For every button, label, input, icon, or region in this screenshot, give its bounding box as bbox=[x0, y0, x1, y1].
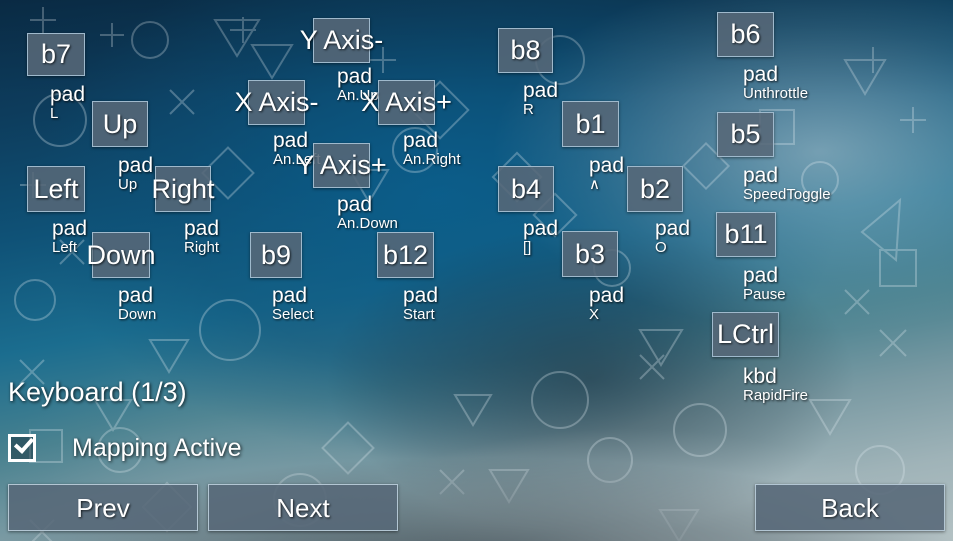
map-button-b11[interactable]: b11 bbox=[716, 212, 776, 257]
map-button-y-axis-[interactable]: Y Axis+ bbox=[296, 143, 387, 188]
map-button-b7[interactable]: b7 bbox=[27, 33, 85, 76]
map-button-label: Left bbox=[33, 173, 79, 204]
map-button-label: b9 bbox=[260, 239, 292, 270]
map-button-label: Down bbox=[86, 239, 156, 270]
map-button-lctrl[interactable]: LCtrl bbox=[712, 312, 779, 357]
map-button-up[interactable]: Up bbox=[92, 101, 148, 147]
back-button[interactable]: Back bbox=[755, 484, 945, 531]
map-button-label: b5 bbox=[730, 119, 761, 149]
map-button-b12[interactable]: b12 bbox=[377, 232, 434, 278]
map-button-b1[interactable]: b1 bbox=[562, 101, 619, 147]
mapping-active-checkbox[interactable] bbox=[8, 433, 36, 462]
map-button-b3[interactable]: b3 bbox=[562, 231, 618, 277]
map-button-label: X Axis+ bbox=[361, 87, 452, 117]
page-title: Keyboard (1/3) bbox=[8, 377, 187, 407]
map-button-left[interactable]: Left bbox=[27, 166, 85, 212]
map-button-label: Y Axis+ bbox=[296, 150, 387, 180]
map-button-label: b6 bbox=[730, 19, 761, 49]
mapping-screen: pad Lpad Up pad Left pad Right pad Down pad An.Up p… bbox=[0, 0, 953, 541]
map-button-b4[interactable]: b4 bbox=[498, 166, 554, 212]
map-button-label: b4 bbox=[510, 173, 542, 204]
map-button-label: b3 bbox=[574, 238, 606, 269]
map-button-x-axis-[interactable]: X Axis+ bbox=[361, 80, 452, 125]
map-button-label: b1 bbox=[575, 108, 606, 139]
map-button-label: b2 bbox=[639, 173, 671, 204]
map-button-right[interactable]: Right bbox=[151, 166, 215, 212]
map-button-x-axis-[interactable]: X Axis- bbox=[234, 80, 319, 125]
map-button-y-axis-[interactable]: Y Axis- bbox=[300, 18, 383, 63]
map-button-b5[interactable]: b5 bbox=[717, 112, 774, 157]
map-button-b2[interactable]: b2 bbox=[627, 166, 683, 212]
check-icon bbox=[13, 433, 35, 454]
map-button-label: X Axis- bbox=[234, 87, 319, 117]
map-button-label: b8 bbox=[510, 35, 541, 65]
prev-button[interactable]: Prev bbox=[8, 484, 198, 531]
map-button-label: b7 bbox=[40, 39, 72, 69]
map-button-b9[interactable]: b9 bbox=[250, 232, 302, 278]
map-button-label: b11 bbox=[724, 219, 768, 249]
map-button-b6[interactable]: b6 bbox=[717, 12, 774, 57]
next-button[interactable]: Next bbox=[208, 484, 398, 531]
map-button-label: Y Axis- bbox=[299, 25, 384, 55]
map-button-label: Right bbox=[151, 173, 215, 204]
map-button-label: LCtrl bbox=[716, 319, 774, 349]
map-button-label: Up bbox=[102, 108, 138, 139]
map-button-label: b12 bbox=[382, 239, 429, 270]
map-button-down[interactable]: Down bbox=[86, 232, 156, 278]
mapping-active-row[interactable]: Mapping Active bbox=[8, 428, 242, 468]
mapping-active-label: Mapping Active bbox=[72, 434, 242, 462]
map-button-b8[interactable]: b8 bbox=[498, 28, 553, 73]
